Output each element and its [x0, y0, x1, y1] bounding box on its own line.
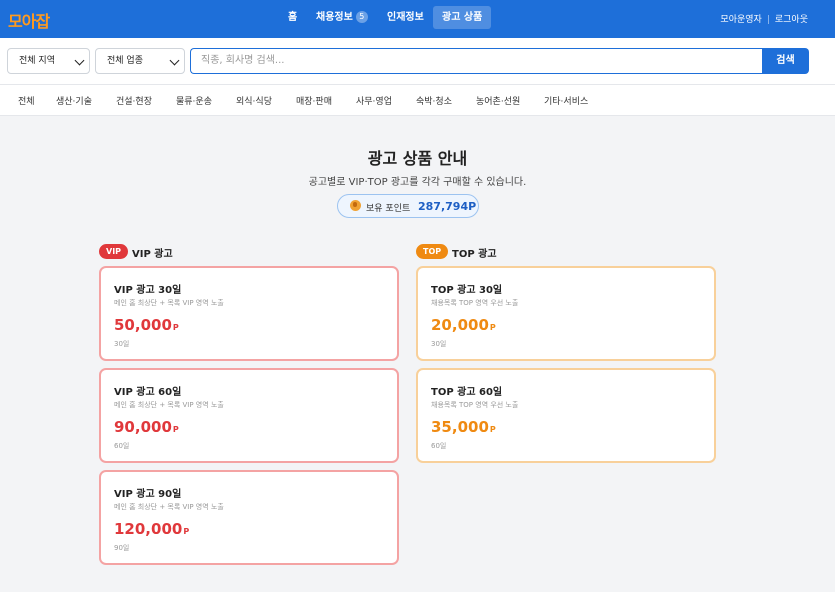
nav-talent-label: 인재정보	[387, 12, 424, 23]
category-retail[interactable]: 매장·판매	[296, 94, 332, 107]
nav-ad-products[interactable]: 광고 상품	[433, 6, 492, 29]
user-menu: 모아운영자 | 로그아웃	[720, 12, 808, 25]
category-lodging[interactable]: 숙박·청소	[416, 94, 452, 107]
nav-talent[interactable]: 인재정보	[381, 6, 430, 29]
vip-card-90[interactable]: VIP 광고 90일 메인 홈 최상단 + 목록 VIP 영역 노출 120,0…	[99, 470, 399, 565]
category-rural[interactable]: 농어촌·선원	[476, 94, 520, 107]
industry-select-value: 전체 업종	[107, 56, 143, 66]
nav-home-label: 홈	[288, 12, 298, 23]
product-days: 30일	[431, 340, 447, 348]
top-badge: TOP	[416, 244, 449, 259]
nav-home[interactable]: 홈	[282, 6, 303, 29]
category-logistics[interactable]: 물류·운송	[176, 94, 212, 107]
search-input[interactable]: 직종, 회사명 검색...	[190, 48, 764, 74]
category-all[interactable]: 전체	[18, 94, 35, 107]
product-price-unit: P	[172, 425, 179, 434]
top-card-60[interactable]: TOP 광고 60일 채용목록 TOP 영역 우선 노출 35,000P 60일	[416, 368, 716, 463]
region-select-value: 전체 지역	[19, 56, 55, 66]
product-name: TOP 광고 30일	[431, 285, 503, 296]
nav-jobs-badge: 5	[355, 11, 368, 23]
product-price-unit: P	[489, 323, 496, 332]
top-section-title: TOP 광고	[452, 249, 497, 260]
industry-select[interactable]: 전체 업종	[95, 48, 185, 74]
product-desc: 채용목록 TOP 영역 우선 노출	[431, 299, 519, 307]
product-name: VIP 광고 60일	[114, 387, 182, 398]
category-production[interactable]: 생산·기술	[56, 94, 92, 107]
product-price: 20,000P	[431, 316, 496, 334]
product-price-value: 120,000	[114, 520, 183, 538]
product-price-value: 20,000	[431, 316, 489, 334]
vip-card-60[interactable]: VIP 광고 60일 메인 홈 최상단 + 목록 VIP 영역 노출 90,00…	[99, 368, 399, 463]
top-card-30[interactable]: TOP 광고 30일 채용목록 TOP 영역 우선 노출 20,000P 30일	[416, 266, 716, 361]
product-days: 30일	[114, 340, 130, 348]
points-label: 보유 포인트	[366, 204, 411, 214]
page-title: 광고 상품 안내	[367, 149, 468, 168]
points-pill: 보유 포인트 287,794P	[337, 194, 479, 218]
category-bar: 전체 생산·기술 건설·현장 물류·운송 외식·식당 매장·판매 사무·영업 숙…	[0, 84, 835, 116]
product-days: 60일	[431, 442, 447, 450]
search-bar: 전체 지역 전체 업종 직종, 회사명 검색... 검색	[0, 38, 835, 84]
category-construction[interactable]: 건설·현장	[116, 94, 152, 107]
nav-ad-products-label: 광고 상품	[442, 12, 483, 23]
nav-jobs-label: 채용정보	[316, 12, 353, 23]
product-price-unit: P	[172, 323, 179, 332]
points-value: 287,794P	[418, 200, 477, 213]
product-name: VIP 광고 90일	[114, 489, 182, 500]
product-price: 120,000P	[114, 520, 189, 538]
product-price: 50,000P	[114, 316, 179, 334]
nav-jobs[interactable]: 채용정보 5	[310, 6, 374, 29]
product-days: 60일	[114, 442, 130, 450]
coin-icon	[350, 200, 361, 211]
product-price-value: 90,000	[114, 418, 172, 436]
product-price: 90,000P	[114, 418, 179, 436]
logout-link[interactable]: 로그아웃	[775, 15, 808, 25]
product-name: TOP 광고 60일	[431, 387, 503, 398]
page-subtitle: 공고별로 VIP·TOP 광고를 각각 구매할 수 있습니다.	[308, 177, 527, 188]
vip-card-30[interactable]: VIP 광고 30일 메인 홈 최상단 + 목록 VIP 영역 노출 50,00…	[99, 266, 399, 361]
user-name[interactable]: 모아운영자	[720, 15, 761, 25]
product-desc: 메인 홈 최상단 + 목록 VIP 영역 노출	[114, 401, 224, 409]
product-desc: 메인 홈 최상단 + 목록 VIP 영역 노출	[114, 299, 224, 307]
search-button[interactable]: 검색	[762, 48, 809, 74]
product-price-unit: P	[489, 425, 496, 434]
product-desc: 채용목록 TOP 영역 우선 노출	[431, 401, 519, 409]
product-price-value: 50,000	[114, 316, 172, 334]
chevron-down-icon	[169, 55, 180, 66]
chevron-down-icon	[74, 55, 85, 66]
product-desc: 메인 홈 최상단 + 목록 VIP 영역 노출	[114, 503, 224, 511]
main-nav: 홈 채용정보 5 인재정보 광고 상품	[0, 0, 835, 38]
product-price-value: 35,000	[431, 418, 489, 436]
top-navbar: 모아잡 홈 채용정보 5 인재정보 광고 상품 모아운영자 | 로그아웃	[0, 0, 835, 38]
product-price-unit: P	[183, 527, 190, 536]
vip-badge: VIP	[99, 244, 129, 259]
product-days: 90일	[114, 544, 130, 552]
user-menu-divider: |	[766, 15, 770, 25]
product-name: VIP 광고 30일	[114, 285, 182, 296]
category-restaurant[interactable]: 외식·식당	[236, 94, 272, 107]
category-office[interactable]: 사무·영업	[356, 94, 392, 107]
region-select[interactable]: 전체 지역	[7, 48, 90, 74]
category-other[interactable]: 기타·서비스	[544, 94, 588, 107]
product-price: 35,000P	[431, 418, 496, 436]
vip-section-title: VIP 광고	[132, 249, 173, 260]
